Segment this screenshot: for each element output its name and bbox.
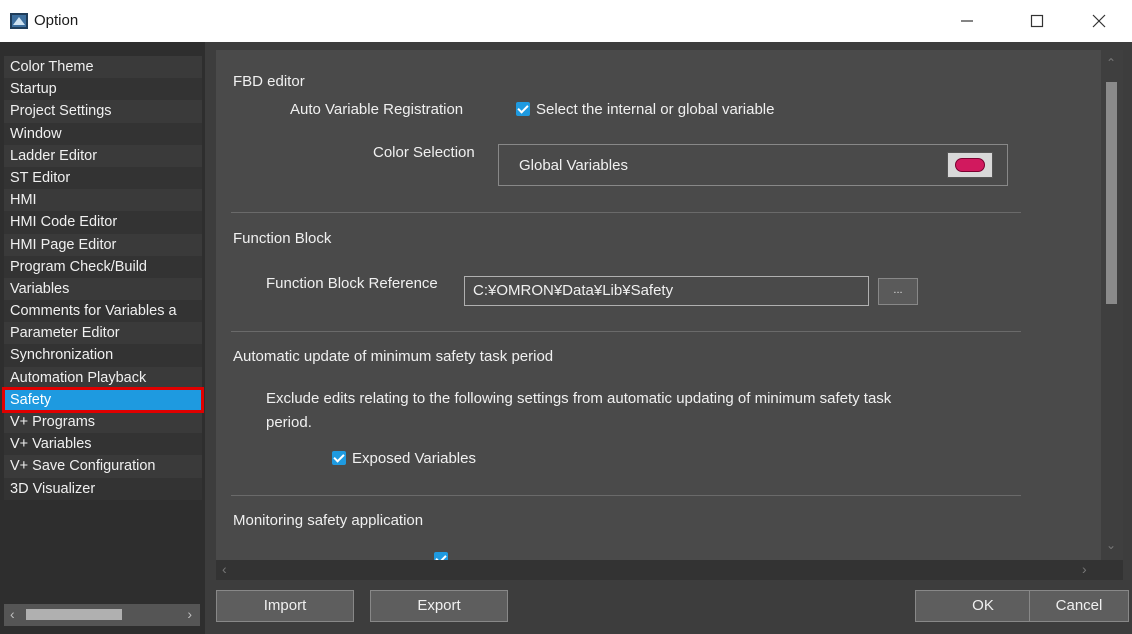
- exposed-variables-label: Exposed Variables: [352, 450, 476, 467]
- settings-content: FBD editor Auto Variable Registration Se…: [216, 50, 1101, 560]
- options-sidebar: Color Theme Startup Project Settings Win…: [0, 42, 205, 634]
- sidebar-item-project-settings[interactable]: Project Settings: [4, 100, 202, 123]
- maximize-button[interactable]: [1006, 0, 1068, 42]
- checkbox-checked-icon[interactable]: [434, 552, 448, 560]
- sidebar-item-hmi-code-editor[interactable]: HMI Code Editor: [4, 211, 202, 234]
- sidebar-item-comments-for-variables[interactable]: Comments for Variables a: [4, 300, 202, 323]
- sidebar-item-v-plus-programs[interactable]: V+ Programs: [4, 411, 202, 434]
- sidebar-item-v-plus-variables[interactable]: V+ Variables: [4, 433, 202, 456]
- color-swatch-icon: [955, 158, 985, 172]
- scroll-down-icon[interactable]: ⌄: [1106, 538, 1116, 552]
- scroll-left-icon[interactable]: ‹: [222, 561, 227, 577]
- auto-variable-registration-checkbox-label: Select the internal or global variable: [536, 101, 775, 118]
- sidebar-item-st-editor[interactable]: ST Editor: [4, 166, 202, 190]
- maximize-icon: [1030, 14, 1044, 28]
- partially-visible-checkbox[interactable]: [434, 551, 454, 560]
- function-block-reference-value: C:¥OMRON¥Data¥Lib¥Safety: [473, 282, 674, 299]
- sidebar-item-program-check-build[interactable]: Program Check/Build: [4, 255, 202, 278]
- sidebar-horizontal-scrollbar[interactable]: ‹ ›: [4, 604, 200, 626]
- window-title: Option: [34, 12, 79, 29]
- sidebar-item-3d-visualizer[interactable]: 3D Visualizer: [4, 477, 202, 500]
- section-divider: [231, 212, 1021, 213]
- title-bar: Option: [0, 0, 1132, 42]
- scroll-right-icon[interactable]: ›: [1082, 561, 1087, 577]
- cancel-button[interactable]: Cancel: [1029, 590, 1129, 622]
- sidebar-item-v-plus-save-configuration[interactable]: V+ Save Configuration: [4, 455, 202, 478]
- sidebar-item-safety[interactable]: Safety: [2, 386, 204, 414]
- pane-splitter[interactable]: [205, 42, 216, 634]
- exposed-variables-checkbox[interactable]: Exposed Variables: [332, 450, 476, 467]
- sidebar-item-automation-playback[interactable]: Automation Playback: [4, 366, 202, 389]
- auto-variable-registration-label: Auto Variable Registration: [290, 101, 464, 118]
- function-block-reference-input[interactable]: C:¥OMRON¥Data¥Lib¥Safety: [464, 276, 869, 306]
- fbd-editor-title: FBD editor: [233, 73, 305, 90]
- checkbox-checked-icon[interactable]: [516, 102, 530, 116]
- scroll-left-icon[interactable]: ‹: [10, 606, 15, 622]
- scrollbar-thumb[interactable]: [26, 609, 122, 620]
- horizontal-scrollbar[interactable]: ‹ ›: [216, 560, 1123, 580]
- sidebar-item-hmi[interactable]: HMI: [4, 189, 202, 212]
- color-selection-value: Global Variables: [519, 157, 628, 174]
- sidebar-item-startup[interactable]: Startup: [4, 78, 202, 101]
- function-block-reference-label: Function Block Reference: [266, 275, 438, 292]
- sidebar-item-color-theme[interactable]: Color Theme: [4, 56, 202, 79]
- section-divider: [231, 331, 1021, 332]
- minimize-icon: [961, 20, 973, 22]
- automatic-update-description-line2: period.: [266, 414, 312, 431]
- section-divider: [231, 495, 1021, 496]
- sidebar-item-parameter-editor[interactable]: Parameter Editor: [4, 322, 202, 345]
- color-selection-label: Color Selection: [373, 144, 475, 161]
- sidebar-item-variables[interactable]: Variables: [4, 277, 202, 301]
- scrollbar-thumb[interactable]: [1106, 82, 1117, 304]
- automatic-update-description-line1: Exclude edits relating to the following …: [266, 390, 892, 407]
- close-icon: [1092, 14, 1106, 28]
- browse-button[interactable]: ...: [878, 278, 918, 305]
- export-button[interactable]: Export: [370, 590, 508, 622]
- vertical-scrollbar[interactable]: ⌃ ⌄: [1101, 50, 1123, 560]
- color-picker-button[interactable]: [947, 152, 993, 178]
- auto-variable-registration-checkbox[interactable]: Select the internal or global variable: [516, 101, 774, 118]
- sidebar-item-ladder-editor[interactable]: Ladder Editor: [4, 144, 202, 167]
- close-button[interactable]: [1068, 0, 1130, 42]
- minimize-button[interactable]: [936, 0, 998, 42]
- scroll-up-icon[interactable]: ⌃: [1106, 56, 1116, 70]
- settings-panel: FBD editor Auto Variable Registration Se…: [216, 42, 1132, 634]
- scroll-right-icon[interactable]: ›: [187, 606, 192, 622]
- function-block-title: Function Block: [233, 230, 332, 247]
- automatic-update-title: Automatic update of minimum safety task …: [233, 348, 554, 365]
- checkbox-checked-icon[interactable]: [332, 451, 346, 465]
- app-logo-icon: [10, 13, 28, 29]
- color-selection-box: Global Variables: [498, 144, 1008, 186]
- sidebar-item-synchronization[interactable]: Synchronization: [4, 344, 202, 367]
- category-list: Color Theme Startup Project Settings Win…: [2, 56, 204, 500]
- sidebar-item-hmi-page-editor[interactable]: HMI Page Editor: [4, 233, 202, 256]
- sidebar-item-window[interactable]: Window: [4, 122, 202, 145]
- monitoring-safety-title: Monitoring safety application: [233, 512, 424, 529]
- import-button[interactable]: Import: [216, 590, 354, 622]
